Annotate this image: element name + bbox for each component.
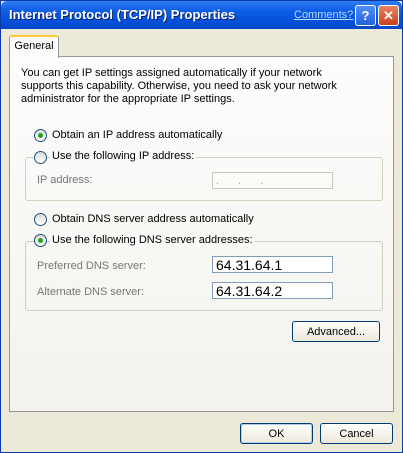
ok-button[interactable]: OK <box>240 423 313 444</box>
use-dns-label[interactable]: Use the following DNS server addresses: <box>50 234 255 246</box>
alternate-dns-label: Alternate DNS server: <box>37 286 144 298</box>
preferred-dns-field[interactable]: 64.31.64.1 <box>212 256 333 273</box>
title-bar[interactable]: Internet Protocol (TCP/IP) Properties Co… <box>1 1 402 29</box>
advanced-button[interactable]: Advanced... <box>292 321 380 342</box>
tab-general[interactable]: General <box>9 35 59 58</box>
help-icon[interactable]: ? <box>355 5 376 26</box>
preferred-dns-label: Preferred DNS server: <box>37 260 146 272</box>
obtain-dns-auto-radio[interactable] <box>34 213 47 226</box>
obtain-ip-auto-radio[interactable] <box>34 129 47 142</box>
ip-address-field: . . . <box>212 172 333 189</box>
window-title: Internet Protocol (TCP/IP) Properties <box>9 7 236 22</box>
close-icon[interactable]: ✕ <box>378 5 399 26</box>
obtain-ip-auto-label[interactable]: Obtain an IP address automatically <box>52 129 222 141</box>
dns-groupbox <box>25 241 383 311</box>
comments-link[interactable]: Comments? <box>294 9 353 21</box>
cancel-button[interactable]: Cancel <box>320 423 393 444</box>
alternate-dns-field[interactable]: 64.31.64.2 <box>212 282 333 299</box>
description-text: You can get IP settings assigned automat… <box>21 67 337 105</box>
use-ip-radio[interactable] <box>34 151 47 164</box>
ip-address-label: IP address: <box>37 174 93 186</box>
obtain-dns-auto-label[interactable]: Obtain DNS server address automatically <box>52 213 254 225</box>
use-ip-label[interactable]: Use the following IP address: <box>50 150 197 162</box>
use-dns-radio[interactable] <box>34 234 47 247</box>
